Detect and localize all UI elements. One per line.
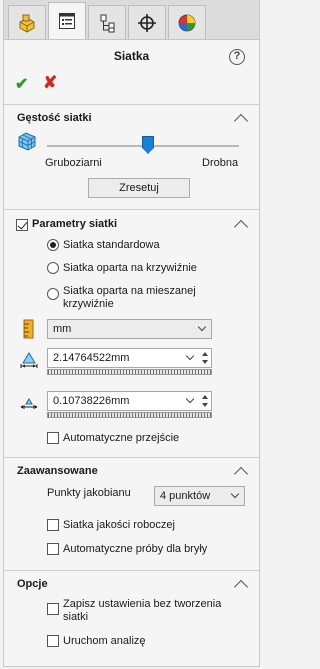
auto-trials-label[interactable]: Automatyczne próby dla bryły bbox=[63, 543, 207, 555]
radio-standard-mesh[interactable] bbox=[47, 239, 59, 251]
collapse-density-icon[interactable] bbox=[233, 113, 249, 129]
blended-curvature-mesh-label[interactable]: Siatka oparta na mieszanej krzywiźnie bbox=[63, 285, 233, 311]
spinner-icon[interactable] bbox=[201, 350, 210, 366]
collapse-options-icon[interactable] bbox=[233, 579, 249, 595]
dimxpert-tab[interactable] bbox=[128, 5, 166, 39]
crosshair-icon bbox=[138, 13, 156, 32]
tab-bar bbox=[4, 0, 259, 40]
parameters-section-header[interactable]: Parametry siatki bbox=[32, 218, 117, 230]
density-slider-thumb[interactable] bbox=[142, 136, 154, 154]
unit-select-value: mm bbox=[53, 323, 72, 335]
curvature-mesh-label[interactable]: Siatka oparta na krzywiźnie bbox=[63, 262, 197, 274]
element-size-icon bbox=[20, 352, 38, 368]
auto-transition-checkbox[interactable] bbox=[47, 432, 59, 444]
mesh-parameters-checkbox[interactable] bbox=[16, 219, 28, 231]
chevron-down-icon[interactable] bbox=[185, 394, 195, 404]
property-manager-icon bbox=[59, 13, 75, 29]
draft-quality-label[interactable]: Siatka jakości roboczej bbox=[63, 519, 175, 531]
save-no-mesh-label[interactable]: Zapisz ustawienia bez tworzenia siatki bbox=[63, 598, 238, 624]
density-section-header[interactable]: Gęstość siatki bbox=[17, 112, 92, 124]
divider bbox=[4, 570, 259, 571]
jacobian-value: 4 punktów bbox=[160, 490, 211, 502]
radio-curvature-mesh[interactable] bbox=[47, 262, 59, 274]
display-tab[interactable] bbox=[168, 5, 206, 39]
element-size-value: 2.14764522mm bbox=[53, 352, 130, 364]
configuration-tab[interactable] bbox=[88, 5, 126, 39]
chevron-down-icon[interactable] bbox=[185, 351, 195, 361]
page-title: Siatka bbox=[113, 49, 150, 63]
auto-trials-checkbox[interactable] bbox=[47, 543, 59, 555]
element-size-thumbwheel[interactable] bbox=[47, 369, 212, 375]
divider bbox=[4, 209, 259, 210]
appearance-icon bbox=[178, 14, 196, 31]
chevron-down-icon bbox=[230, 489, 240, 499]
run-analysis-checkbox[interactable] bbox=[47, 635, 59, 647]
mesh-density-icon bbox=[18, 132, 36, 151]
mesh-property-manager: Siatka ? ✔ ✘ Gęstość siatki Gruboziarni … bbox=[3, 0, 260, 667]
collapse-advanced-icon[interactable] bbox=[233, 466, 249, 482]
divider bbox=[4, 104, 259, 105]
collapse-parameters-icon[interactable] bbox=[233, 219, 249, 235]
options-section-header[interactable]: Opcje bbox=[17, 578, 48, 590]
fine-label: Drobna bbox=[202, 157, 239, 169]
properties-tab[interactable] bbox=[48, 2, 86, 39]
run-analysis-label[interactable]: Uruchom analizę bbox=[63, 635, 146, 647]
save-no-mesh-checkbox[interactable] bbox=[47, 603, 59, 615]
chevron-down-icon bbox=[197, 322, 207, 332]
standard-mesh-label[interactable]: Siatka standardowa bbox=[63, 239, 160, 251]
jacobian-label: Punkty jakobianu bbox=[47, 487, 131, 499]
ruler-unit-icon bbox=[23, 319, 34, 339]
radio-blended-curvature-mesh[interactable] bbox=[47, 288, 59, 300]
tolerance-input[interactable]: 0.10738226mm bbox=[47, 391, 212, 411]
configuration-icon bbox=[100, 14, 115, 32]
coarse-label: Gruboziarni bbox=[45, 157, 102, 169]
cancel-button[interactable]: ✘ bbox=[43, 73, 57, 93]
draft-quality-checkbox[interactable] bbox=[47, 519, 59, 531]
help-icon[interactable]: ? bbox=[229, 49, 245, 65]
ok-button[interactable]: ✔ bbox=[15, 74, 28, 94]
reset-button[interactable]: Zresetuj bbox=[88, 178, 190, 198]
part-icon bbox=[19, 14, 35, 33]
tolerance-value: 0.10738226mm bbox=[53, 395, 130, 407]
auto-transition-label[interactable]: Automatyczne przejście bbox=[63, 432, 179, 444]
tolerance-icon bbox=[20, 398, 38, 409]
unit-select[interactable]: mm bbox=[47, 319, 212, 339]
spinner-icon[interactable] bbox=[201, 393, 210, 409]
tolerance-thumbwheel[interactable] bbox=[47, 412, 212, 418]
advanced-section-header[interactable]: Zaawansowane bbox=[17, 465, 98, 477]
part-tab[interactable] bbox=[8, 5, 46, 39]
jacobian-select[interactable]: 4 punktów bbox=[154, 486, 245, 506]
divider bbox=[4, 457, 259, 458]
element-size-input[interactable]: 2.14764522mm bbox=[47, 348, 212, 368]
